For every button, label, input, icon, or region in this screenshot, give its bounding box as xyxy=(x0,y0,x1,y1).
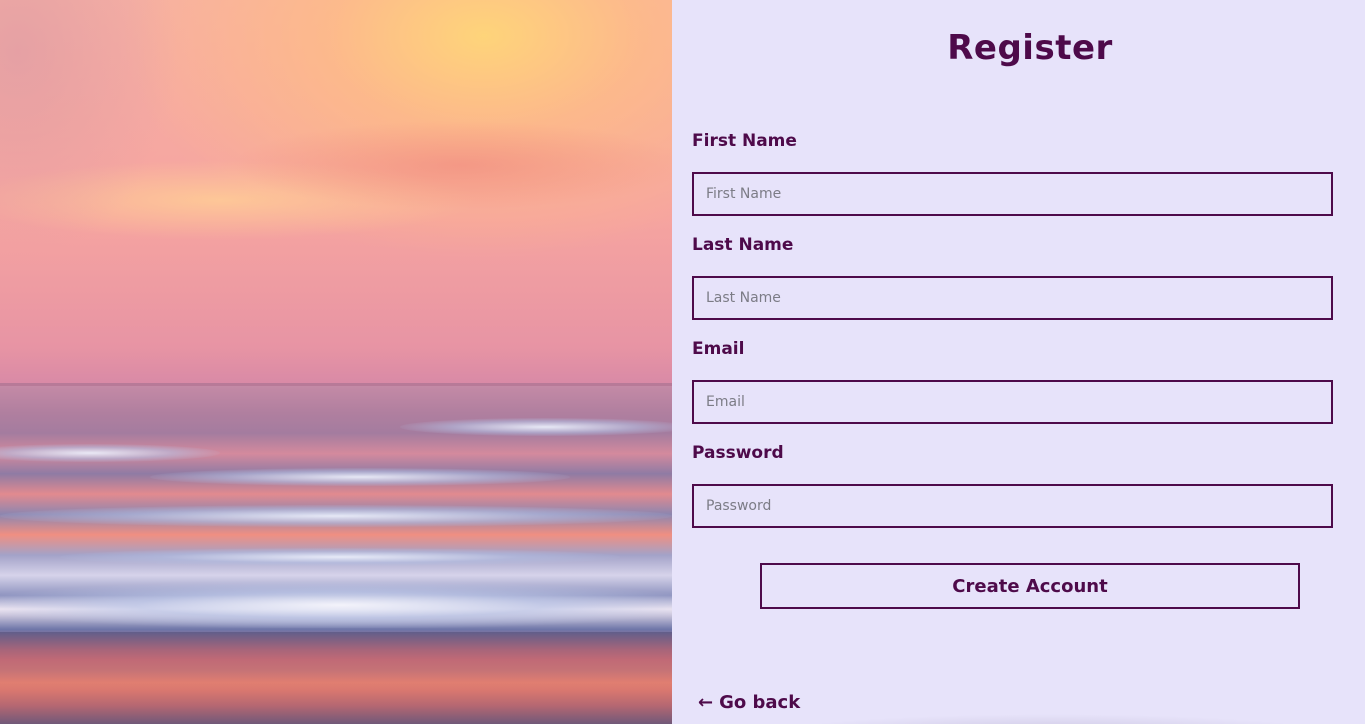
go-back-link[interactable]: ← Go back xyxy=(698,692,800,713)
password-input[interactable] xyxy=(692,484,1333,528)
create-account-button[interactable]: Create Account xyxy=(760,563,1300,609)
hero-image xyxy=(0,0,672,724)
page-title: Register xyxy=(947,28,1113,68)
last-name-input[interactable] xyxy=(692,276,1333,320)
email-label: Email xyxy=(692,339,745,359)
email-input[interactable] xyxy=(692,380,1333,424)
sky-haze xyxy=(0,0,180,260)
sky-cloud-band xyxy=(230,120,672,210)
arrow-left-icon: ← xyxy=(698,692,714,713)
wave xyxy=(150,468,570,486)
wave xyxy=(0,505,672,527)
wave-foam xyxy=(0,582,672,628)
first-name-input[interactable] xyxy=(692,172,1333,216)
go-back-label: Go back xyxy=(719,692,801,713)
wet-sand xyxy=(0,632,672,724)
first-name-label: First Name xyxy=(692,131,797,151)
last-name-label: Last Name xyxy=(692,235,794,255)
register-page: Register First Name Last Name Email Pass… xyxy=(0,0,1365,724)
wave xyxy=(400,418,672,436)
wave xyxy=(60,548,620,566)
password-label: Password xyxy=(692,443,784,463)
bottom-shadow xyxy=(772,714,1332,724)
register-panel: Register First Name Last Name Email Pass… xyxy=(672,0,1365,724)
